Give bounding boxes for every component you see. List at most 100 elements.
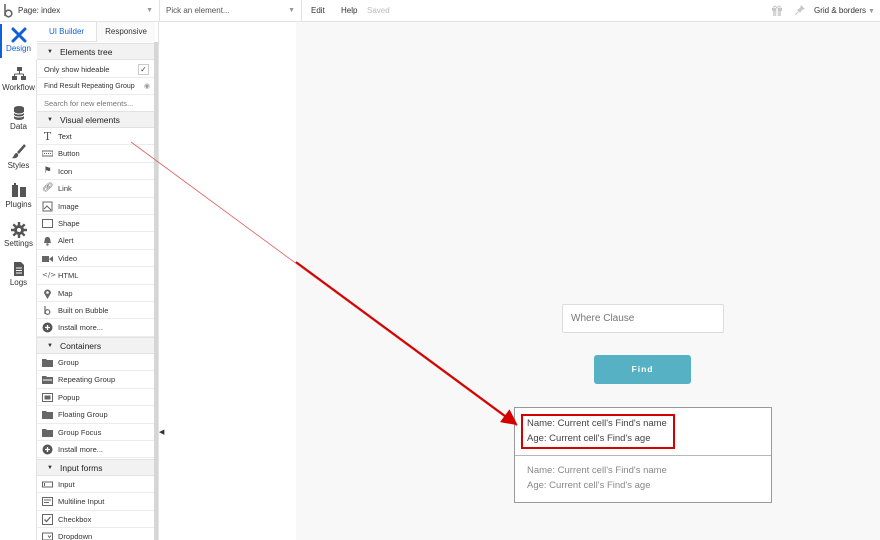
eye-icon[interactable]: ◉ [144, 78, 150, 95]
container-popup[interactable]: Popup [37, 389, 154, 407]
container-group-focus[interactable]: Group Focus [37, 424, 154, 441]
triangle-down-icon: ▼ [47, 343, 53, 349]
only-show-hideable-checkbox[interactable]: ✓ [138, 64, 149, 75]
brush-icon [11, 144, 26, 159]
input-checkbox[interactable]: Checkbox [37, 511, 154, 529]
element-label: Link [58, 184, 72, 194]
element-icon[interactable]: ⚑ Icon [37, 163, 154, 181]
nav-data-label: Data [10, 122, 27, 131]
element-shape[interactable]: Shape [37, 215, 154, 233]
input-input[interactable]: Input [37, 476, 154, 494]
element-install-more[interactable]: Install more... [37, 319, 154, 337]
elements-panel: UI Builder Responsive ▼ Elements tree On… [37, 22, 159, 540]
element-label: Map [58, 288, 73, 298]
page-selector[interactable]: Page: index ▼ [18, 0, 160, 22]
element-label: Repeating Group [58, 375, 116, 385]
bubble-logo-icon[interactable] [2, 3, 14, 19]
panel-scrollbar[interactable] [154, 42, 158, 540]
input-forms-title: Input forms [60, 463, 103, 473]
container-group[interactable]: Group [37, 354, 154, 372]
tab-responsive[interactable]: Responsive [96, 22, 155, 42]
help-menu[interactable]: Help [341, 0, 357, 22]
element-label: Text [58, 132, 72, 141]
tree-item-find-result[interactable]: Find Result Repeating Group ◉ [37, 78, 154, 95]
element-label: Floating Group [58, 410, 108, 420]
element-label: Install more... [58, 445, 104, 454]
triangle-down-icon: ▼ [47, 49, 53, 55]
left-nav: Design Workflow Data Styles Plugins Sett… [0, 22, 37, 540]
nav-logs[interactable]: Logs [0, 256, 37, 294]
multiline-input-icon [42, 496, 53, 507]
grid-borders-toggle[interactable]: Grid & borders ▼ [814, 0, 875, 23]
saved-status: Saved [367, 6, 390, 15]
elements-tree-header[interactable]: ▼ Elements tree [37, 43, 154, 60]
code-icon: </> [42, 271, 57, 280]
element-label: Popup [58, 392, 80, 402]
edit-menu[interactable]: Edit [311, 0, 325, 22]
chevron-down-icon: ▼ [868, 8, 875, 15]
element-label: Dropdown [58, 532, 93, 540]
element-link[interactable]: 🔗︎ Link [37, 180, 154, 198]
element-image[interactable]: Image [37, 198, 154, 215]
nav-workflow[interactable]: Workflow [0, 61, 37, 99]
nav-design-label: Design [6, 44, 31, 53]
bubble-logo-icon [42, 305, 53, 316]
element-alert[interactable]: Alert [37, 232, 154, 250]
folder-icon [42, 374, 53, 385]
nav-plugins[interactable]: Plugins [0, 178, 37, 216]
nav-logs-label: Logs [9, 278, 28, 287]
nav-settings[interactable]: Settings [0, 217, 37, 255]
element-picker[interactable]: Pick an element... ▼ [160, 0, 302, 22]
panel-tabs: UI Builder Responsive [37, 22, 155, 42]
canvas-margin [160, 22, 296, 540]
triangle-down-icon: ▼ [47, 117, 53, 123]
element-label: Install more... [58, 323, 104, 333]
container-install-more[interactable]: Install more... [37, 441, 154, 459]
tab-ui-builder[interactable]: UI Builder [37, 22, 96, 42]
element-built-on-bubble[interactable]: Built on Bubble [37, 302, 154, 320]
element-video[interactable]: Video [37, 250, 154, 268]
button-icon [41, 148, 54, 159]
only-show-hideable-label: Only show hideable [44, 65, 110, 74]
image-icon [42, 201, 53, 212]
folder-icon [42, 427, 53, 438]
element-label: Image [58, 201, 79, 211]
element-label: Icon [58, 166, 73, 176]
plug-icon [11, 183, 26, 197]
flag-icon: ⚑ [43, 165, 52, 176]
container-floating-group[interactable]: Floating Group [37, 406, 154, 424]
input-forms-header[interactable]: ▼ Input forms [37, 459, 154, 476]
bell-icon [42, 235, 53, 247]
nav-design[interactable]: Design [0, 22, 37, 60]
element-button[interactable]: Button [37, 145, 154, 163]
container-repeating-group[interactable]: Repeating Group [37, 371, 154, 389]
nav-data[interactable]: Data [0, 100, 37, 138]
element-html[interactable]: </> HTML [37, 267, 154, 285]
element-map[interactable]: Map [37, 285, 154, 302]
element-label: Button [58, 149, 80, 159]
workflow-icon [11, 67, 26, 80]
nav-styles[interactable]: Styles [0, 139, 37, 177]
element-text[interactable]: T Text [37, 128, 154, 146]
gift-icon[interactable] [771, 4, 783, 16]
visual-elements-header[interactable]: ▼ Visual elements [37, 111, 154, 128]
cell-age-text: Age: Current cell's Find's age [527, 480, 651, 491]
pin-icon[interactable] [794, 5, 805, 16]
input-dropdown[interactable]: Dropdown [37, 528, 154, 540]
input-multiline[interactable]: Multiline Input [37, 493, 154, 511]
top-bar: Page: index ▼ Pick an element... ▼ Edit … [0, 0, 880, 22]
tree-item-label: Find Result Repeating Group [44, 83, 135, 90]
popup-icon [42, 392, 53, 403]
search-elements-input[interactable] [37, 95, 154, 112]
where-clause-input[interactable] [562, 304, 724, 333]
find-button[interactable]: Find [594, 355, 691, 384]
page-selector-label: Page: index [18, 6, 61, 15]
visual-elements-title: Visual elements [60, 115, 120, 125]
only-show-hideable-row[interactable]: Only show hideable ✓ [37, 61, 154, 78]
link-icon: 🔗︎ [42, 183, 54, 194]
plus-circle-icon [42, 322, 53, 333]
containers-header[interactable]: ▼ Containers [37, 337, 154, 354]
collapse-panel-icon[interactable]: ◀ [159, 428, 164, 436]
element-label: Multiline Input [58, 497, 105, 507]
containers-title: Containers [60, 341, 102, 351]
